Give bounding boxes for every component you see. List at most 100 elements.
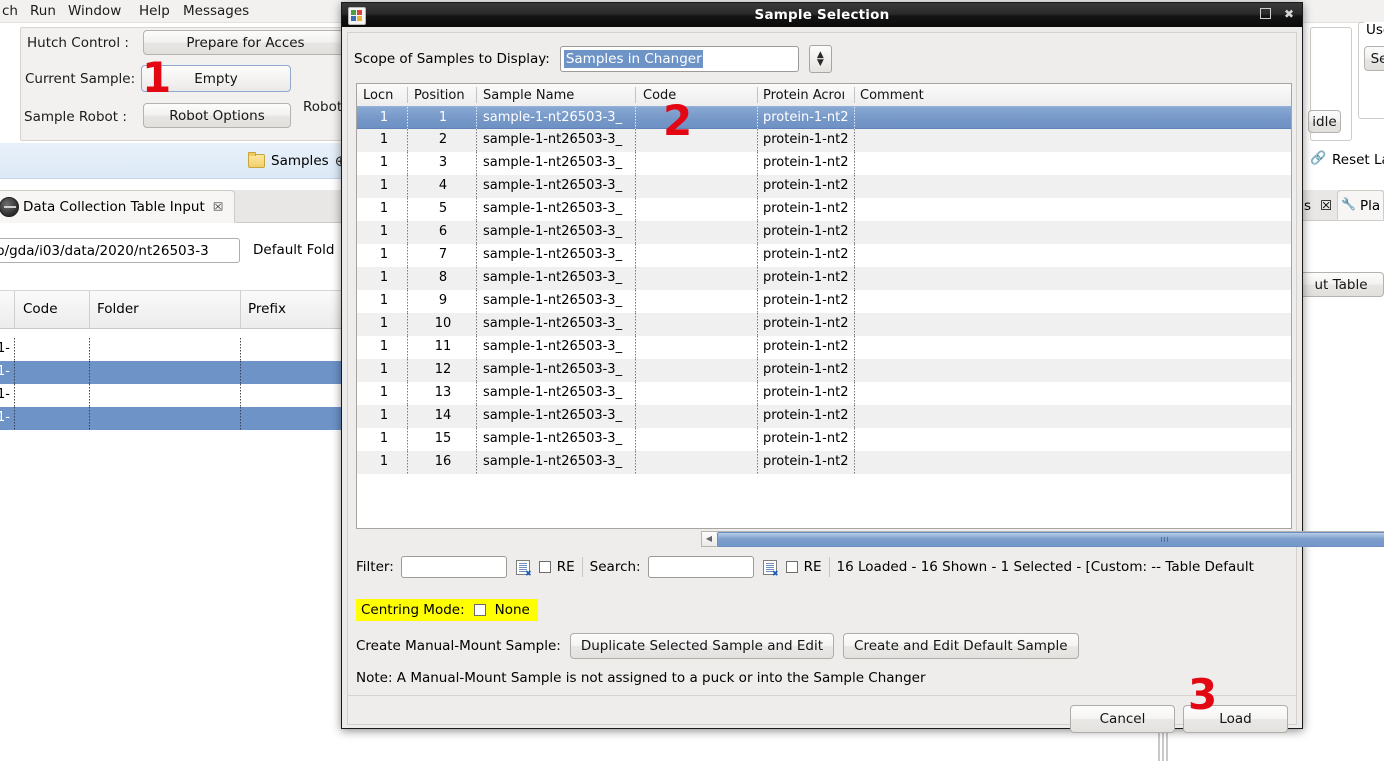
col-comment[interactable]: Comment	[860, 88, 980, 103]
maximize-icon[interactable]	[1258, 7, 1272, 21]
table-row[interactable]: 13sample-1-nt26503-3_protein-1-nt2	[357, 152, 1291, 175]
tab-data-collection-table-input[interactable]: Data Collection Table Input ☒	[0, 190, 235, 223]
col-code[interactable]: Code	[643, 88, 755, 103]
col-sample-name[interactable]: Sample Name	[483, 88, 633, 103]
table-row[interactable]: 15sample-1-nt26503-3_protein-1-nt2	[357, 198, 1291, 221]
search-regex-label: RE	[804, 559, 822, 575]
centring-mode-checkbox[interactable]	[474, 604, 486, 616]
wrench-icon: 🔧	[1341, 197, 1356, 211]
output-table-button[interactable]: ut Table	[1298, 272, 1384, 297]
cell-position: 6	[414, 224, 472, 239]
select-button[interactable]: Se	[1364, 46, 1384, 71]
table-row[interactable]: 115sample-1-nt26503-3_protein-1-nt2	[357, 428, 1291, 451]
cancel-button[interactable]: Cancel	[1070, 705, 1175, 733]
table-row[interactable]: 18sample-1-nt26503-3_protein-1-nt2	[357, 267, 1291, 290]
clear-search-icon[interactable]	[763, 560, 777, 575]
table-row[interactable]: 16sample-1-nt26503-3_protein-1-nt2	[357, 221, 1291, 244]
menu-item-messages[interactable]: Messages	[177, 2, 255, 20]
table-row[interactable]: 19sample-1-nt26503-3_protein-1-nt2	[357, 290, 1291, 313]
cell-position: 10	[414, 316, 472, 331]
cell-position: 14	[414, 408, 472, 423]
col-protein-acronym[interactable]: Protein Acroı	[763, 88, 853, 103]
table-row[interactable]: 112sample-1-nt26503-3_protein-1-nt2	[357, 359, 1291, 382]
right-tab-close-icon[interactable]: ☒	[1320, 198, 1332, 214]
data-folder-input[interactable]: p/gda/i03/data/2020/nt26503-3	[0, 238, 240, 263]
filter-regex-checkbox[interactable]	[539, 561, 551, 573]
search-regex-checkbox[interactable]	[786, 561, 798, 573]
table-row[interactable]: 116sample-1-nt26503-3_protein-1-nt2	[357, 451, 1291, 474]
tab-close-icon[interactable]: ☒	[213, 200, 224, 213]
scope-spinner-button[interactable]: ▲ ▼	[809, 45, 832, 73]
cell-locn: 1	[363, 431, 405, 446]
table-row[interactable]: 113sample-1-nt26503-3_protein-1-nt2	[357, 382, 1291, 405]
bg-col-code[interactable]: Code	[23, 301, 58, 317]
col-position[interactable]: Position	[414, 88, 474, 103]
cell-position: 2	[414, 132, 472, 147]
table-row[interactable]: 17sample-1-nt26503-3_protein-1-nt2	[357, 244, 1291, 267]
duplicate-selected-sample-button[interactable]: Duplicate Selected Sample and Edit	[570, 633, 834, 659]
cell-protein: protein-1-nt2	[763, 155, 851, 170]
bg-col-prefix[interactable]: Prefix	[248, 301, 286, 317]
cell-position: 11	[414, 339, 472, 354]
search-input[interactable]	[648, 556, 754, 578]
close-icon[interactable]: ✖	[1282, 7, 1296, 21]
sample-selection-dialog: Sample Selection ✖ Scope of Samples to D…	[341, 2, 1303, 729]
idle-status-button[interactable]: idle	[1308, 110, 1341, 133]
bg-col-folder[interactable]: Folder	[97, 301, 139, 317]
cell-sample-name: sample-1-nt26503-3_	[483, 339, 633, 354]
cell-sample-name: sample-1-nt26503-3_	[483, 408, 633, 423]
scroll-left-icon[interactable]: ◀	[702, 532, 716, 546]
menu-item-help[interactable]: Help	[133, 2, 176, 20]
sample-table-header: Locn Position Sample Name Code Protein A…	[357, 84, 1291, 107]
table-horizontal-scrollbar[interactable]: ◀ ▶	[701, 531, 1384, 547]
horizontal-scroll-thumb[interactable]	[717, 532, 1384, 547]
table-row[interactable]: 1-	[0, 361, 345, 384]
clear-filter-icon[interactable]	[516, 560, 530, 575]
manual-mount-row: Create Manual-Mount Sample: Duplicate Se…	[356, 633, 1079, 659]
filter-input[interactable]	[401, 556, 507, 578]
col-locn[interactable]: Locn	[363, 88, 405, 103]
menu-item-window[interactable]: Window	[62, 2, 127, 20]
table-row[interactable]: 14sample-1-nt26503-3_protein-1-nt2	[357, 175, 1291, 198]
manual-mount-label: Create Manual-Mount Sample:	[356, 638, 561, 654]
right-tab-label[interactable]: s	[1304, 198, 1311, 214]
cell-protein: protein-1-nt2	[763, 339, 851, 354]
table-row[interactable]: 111sample-1-nt26503-3_protein-1-nt2	[357, 336, 1291, 359]
cell-protein: protein-1-nt2	[763, 132, 851, 147]
cell-locn: 1	[363, 316, 405, 331]
scope-combo[interactable]: Samples in Changer	[560, 46, 799, 72]
cell-locn: 1	[363, 293, 405, 308]
cell-protein: protein-1-nt2	[763, 408, 851, 423]
reset-layout-label[interactable]: Reset La	[1332, 152, 1384, 168]
table-row[interactable]: 1-	[0, 384, 345, 407]
bg-cell-code: 1-	[0, 410, 10, 425]
cell-protein: protein-1-nt2	[763, 385, 851, 400]
create-default-sample-button[interactable]: Create and Edit Default Sample	[843, 633, 1079, 659]
divider	[829, 557, 830, 577]
cell-sample-name: sample-1-nt26503-3_	[483, 316, 633, 331]
cell-locn: 1	[363, 201, 405, 216]
table-row[interactable]: 1-	[0, 407, 345, 430]
cell-position: 4	[414, 178, 472, 193]
table-row[interactable]: 1-	[0, 338, 345, 361]
menu-item-search[interactable]: ch	[0, 2, 24, 20]
table-row[interactable]: 114sample-1-nt26503-3_protein-1-nt2	[357, 405, 1291, 428]
table-row[interactable]: 12sample-1-nt26503-3_protein-1-nt2	[357, 129, 1291, 152]
background-table-header: Code Folder Prefix	[0, 290, 345, 329]
robot-options-button[interactable]: Robot Options	[143, 103, 291, 128]
bg-cell-code: 1-	[0, 364, 10, 379]
centring-mode-label: Centring Mode:	[361, 602, 465, 618]
menu-item-run[interactable]: Run	[24, 2, 62, 20]
robot-status-label: Robot	[303, 99, 342, 115]
bg-cell-code: 1-	[0, 341, 10, 356]
table-row[interactable]: 11sample-1-nt26503-3_protein-1-nt2	[357, 106, 1291, 129]
annotation-2: 2	[663, 100, 692, 142]
sample-table: Locn Position Sample Name Code Protein A…	[356, 83, 1292, 529]
table-row[interactable]: 110sample-1-nt26503-3_protein-1-nt2	[357, 313, 1291, 336]
user-group-label: Use	[1364, 22, 1384, 38]
dialog-titlebar[interactable]: Sample Selection ✖	[342, 3, 1302, 27]
window-buttons: ✖	[1258, 7, 1296, 21]
cell-protein: protein-1-nt2	[763, 293, 851, 308]
cell-position: 9	[414, 293, 472, 308]
prepare-for-access-button[interactable]: Prepare for Acces	[143, 30, 348, 55]
